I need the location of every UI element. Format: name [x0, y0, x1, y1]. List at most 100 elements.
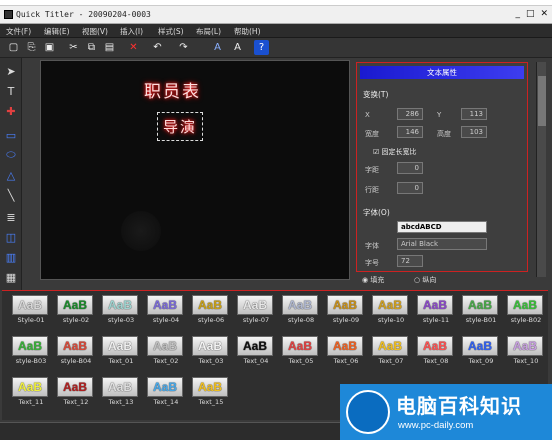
style-swatch[interactable]: AaB Text_06 — [327, 336, 365, 368]
style-swatch[interactable]: AaB Text_07 — [372, 336, 410, 368]
transform-section-title[interactable]: 变换(T) — [363, 89, 388, 100]
window-controls: _ □ ✕ — [515, 9, 548, 19]
cut-icon[interactable]: ✂ — [66, 40, 81, 55]
paste-icon[interactable]: ▤ — [102, 40, 117, 55]
style-name: style-10 — [377, 316, 405, 324]
triangle-tool-icon[interactable]: △ — [3, 168, 19, 182]
style-swatch[interactable]: AaB style-09 — [327, 295, 365, 327]
undo-icon[interactable]: ↶ — [150, 40, 165, 55]
style-swatch[interactable]: AaB Text_13 — [102, 377, 140, 409]
line-spacing-field[interactable]: 0 — [397, 182, 423, 194]
menu-view[interactable]: 视图(V) — [82, 26, 108, 37]
menu-style[interactable]: 样式(S) — [158, 26, 184, 37]
style-swatch[interactable]: AaB Text_05 — [282, 336, 320, 368]
style-swatch[interactable]: AaB style-11 — [417, 295, 455, 327]
text-edit-icon[interactable]: A — [230, 40, 245, 55]
style-name: Text_04 — [243, 357, 269, 365]
style-swatch[interactable]: AaB Text_15 — [192, 377, 230, 409]
style-swatch[interactable]: AaB style-B01 — [462, 295, 500, 327]
width-field[interactable]: 146 — [397, 126, 423, 138]
style-name: style-B04 — [60, 357, 92, 365]
menu-insert[interactable]: 插入(I) — [120, 26, 143, 37]
style-swatch[interactable]: AaB Style-01 — [12, 295, 50, 327]
window-title: Quick Titler - 20090204-0003 — [16, 10, 151, 19]
size-select[interactable]: 72 — [397, 255, 423, 267]
text-tool-icon[interactable]: T — [3, 84, 19, 98]
title-canvas[interactable]: 职员表 导演 — [40, 60, 350, 280]
minimize-button[interactable]: _ — [515, 9, 520, 19]
open-icon[interactable]: ⎘ — [24, 40, 39, 55]
style-swatch[interactable]: AaB Text_04 — [237, 336, 275, 368]
lock-aspect-label: 固定长宽比 — [381, 148, 417, 156]
align-tool-icon[interactable]: ≣ — [3, 210, 19, 224]
menu-edit[interactable]: 编辑(E) — [44, 26, 70, 37]
style-swatch[interactable]: AaB style-02 — [57, 295, 95, 327]
style-swatch[interactable]: AaB Text_10 — [507, 336, 545, 368]
style-swatch[interactable]: AaB style-10 — [372, 295, 410, 327]
x-label: X — [365, 111, 370, 119]
canvas-title-text[interactable]: 职员表 — [144, 77, 201, 102]
style-preview: AaB — [192, 295, 228, 315]
crop-tool-icon[interactable]: ✚ — [3, 104, 19, 118]
font-select[interactable]: Arial Black — [397, 238, 487, 250]
style-swatch[interactable]: AaB Text_14 — [147, 377, 185, 409]
grid-tool-icon[interactable]: ▦ — [3, 270, 19, 284]
style-swatch[interactable]: AaB style-03 — [102, 295, 140, 327]
style-swatch[interactable]: AaB style-B02 — [507, 295, 545, 327]
text-style-icon[interactable]: A — [210, 40, 225, 55]
style-swatch[interactable]: AaB Text_01 — [102, 336, 140, 368]
scrollbar-thumb[interactable] — [538, 76, 546, 126]
width-label: 宽度 — [365, 130, 379, 138]
maximize-button[interactable]: □ — [526, 9, 535, 19]
style-swatch[interactable]: AaB style-04 — [147, 295, 185, 327]
style-swatch[interactable]: AaB Text_08 — [417, 336, 455, 368]
toolbar: ▢ ⎘ ▣ ✂ ⧉ ▤ ✕ ↶ ↷ A A ? — [0, 38, 552, 58]
y-field[interactable]: 113 — [461, 108, 487, 120]
style-swatch[interactable]: AaB style-B04 — [57, 336, 95, 368]
x-field[interactable]: 286 — [397, 108, 423, 120]
panel-scrollbar[interactable] — [536, 62, 546, 277]
style-name: style-03 — [107, 316, 135, 324]
save-icon[interactable]: ▣ — [42, 40, 57, 55]
canvas-selected-text[interactable]: 导演 — [157, 112, 204, 141]
fill-radio[interactable]: ◉ 填充 — [362, 275, 384, 285]
close-button[interactable]: ✕ — [540, 9, 548, 19]
style-swatch[interactable]: AaB Text_11 — [12, 377, 50, 409]
lock-aspect-checkbox[interactable]: ☑ 固定长宽比 — [373, 147, 417, 157]
title-bar: Quick Titler - 20090204-0003 _ □ ✕ — [0, 0, 552, 24]
menu-help[interactable]: 帮助(H) — [234, 26, 261, 37]
line-tool-icon[interactable]: ╲ — [3, 188, 19, 202]
new-icon[interactable]: ▢ — [6, 40, 21, 55]
vertical-radio[interactable]: ○ 纵向 — [414, 275, 436, 285]
arrange-tool-icon[interactable]: ◫ — [3, 230, 19, 244]
style-name: Text_05 — [288, 357, 314, 365]
layer-tool-icon[interactable]: ▥ — [3, 250, 19, 264]
height-field[interactable]: 103 — [461, 126, 487, 138]
canvas-glow — [121, 211, 161, 251]
char-spacing-field[interactable]: 0 — [397, 162, 423, 174]
style-swatch[interactable]: AaB style-08 — [282, 295, 320, 327]
style-swatch[interactable]: AaB style-B03 — [12, 336, 50, 368]
copy-icon[interactable]: ⧉ — [84, 40, 99, 55]
style-preview: AaB — [12, 377, 48, 397]
style-preview: AaB — [147, 336, 183, 356]
delete-icon[interactable]: ✕ — [126, 40, 141, 55]
vertical-radio-label: 纵向 — [422, 276, 437, 284]
style-preview: AaB — [237, 336, 273, 356]
style-swatch[interactable]: AaB Text_02 — [147, 336, 185, 368]
rect-tool-icon[interactable]: ▭ — [3, 128, 19, 142]
style-swatch[interactable]: AaB style-06 — [192, 295, 230, 327]
redo-icon[interactable]: ↷ — [176, 40, 191, 55]
menu-layout[interactable]: 布局(L) — [196, 26, 221, 37]
menu-file[interactable]: 文件(F) — [6, 26, 31, 37]
style-preview: AaB — [372, 295, 408, 315]
style-swatch[interactable]: AaB Text_03 — [192, 336, 230, 368]
style-swatch[interactable]: AaB Text_12 — [57, 377, 95, 409]
style-preview: AaB — [507, 295, 543, 315]
font-section-title[interactable]: 字体(O) — [363, 207, 390, 218]
ellipse-tool-icon[interactable]: ⬭ — [3, 148, 19, 162]
select-tool-icon[interactable]: ➤ — [3, 64, 19, 78]
style-swatch[interactable]: AaB Text_09 — [462, 336, 500, 368]
help-icon[interactable]: ? — [254, 40, 269, 55]
style-swatch[interactable]: AaB style-07 — [237, 295, 275, 327]
